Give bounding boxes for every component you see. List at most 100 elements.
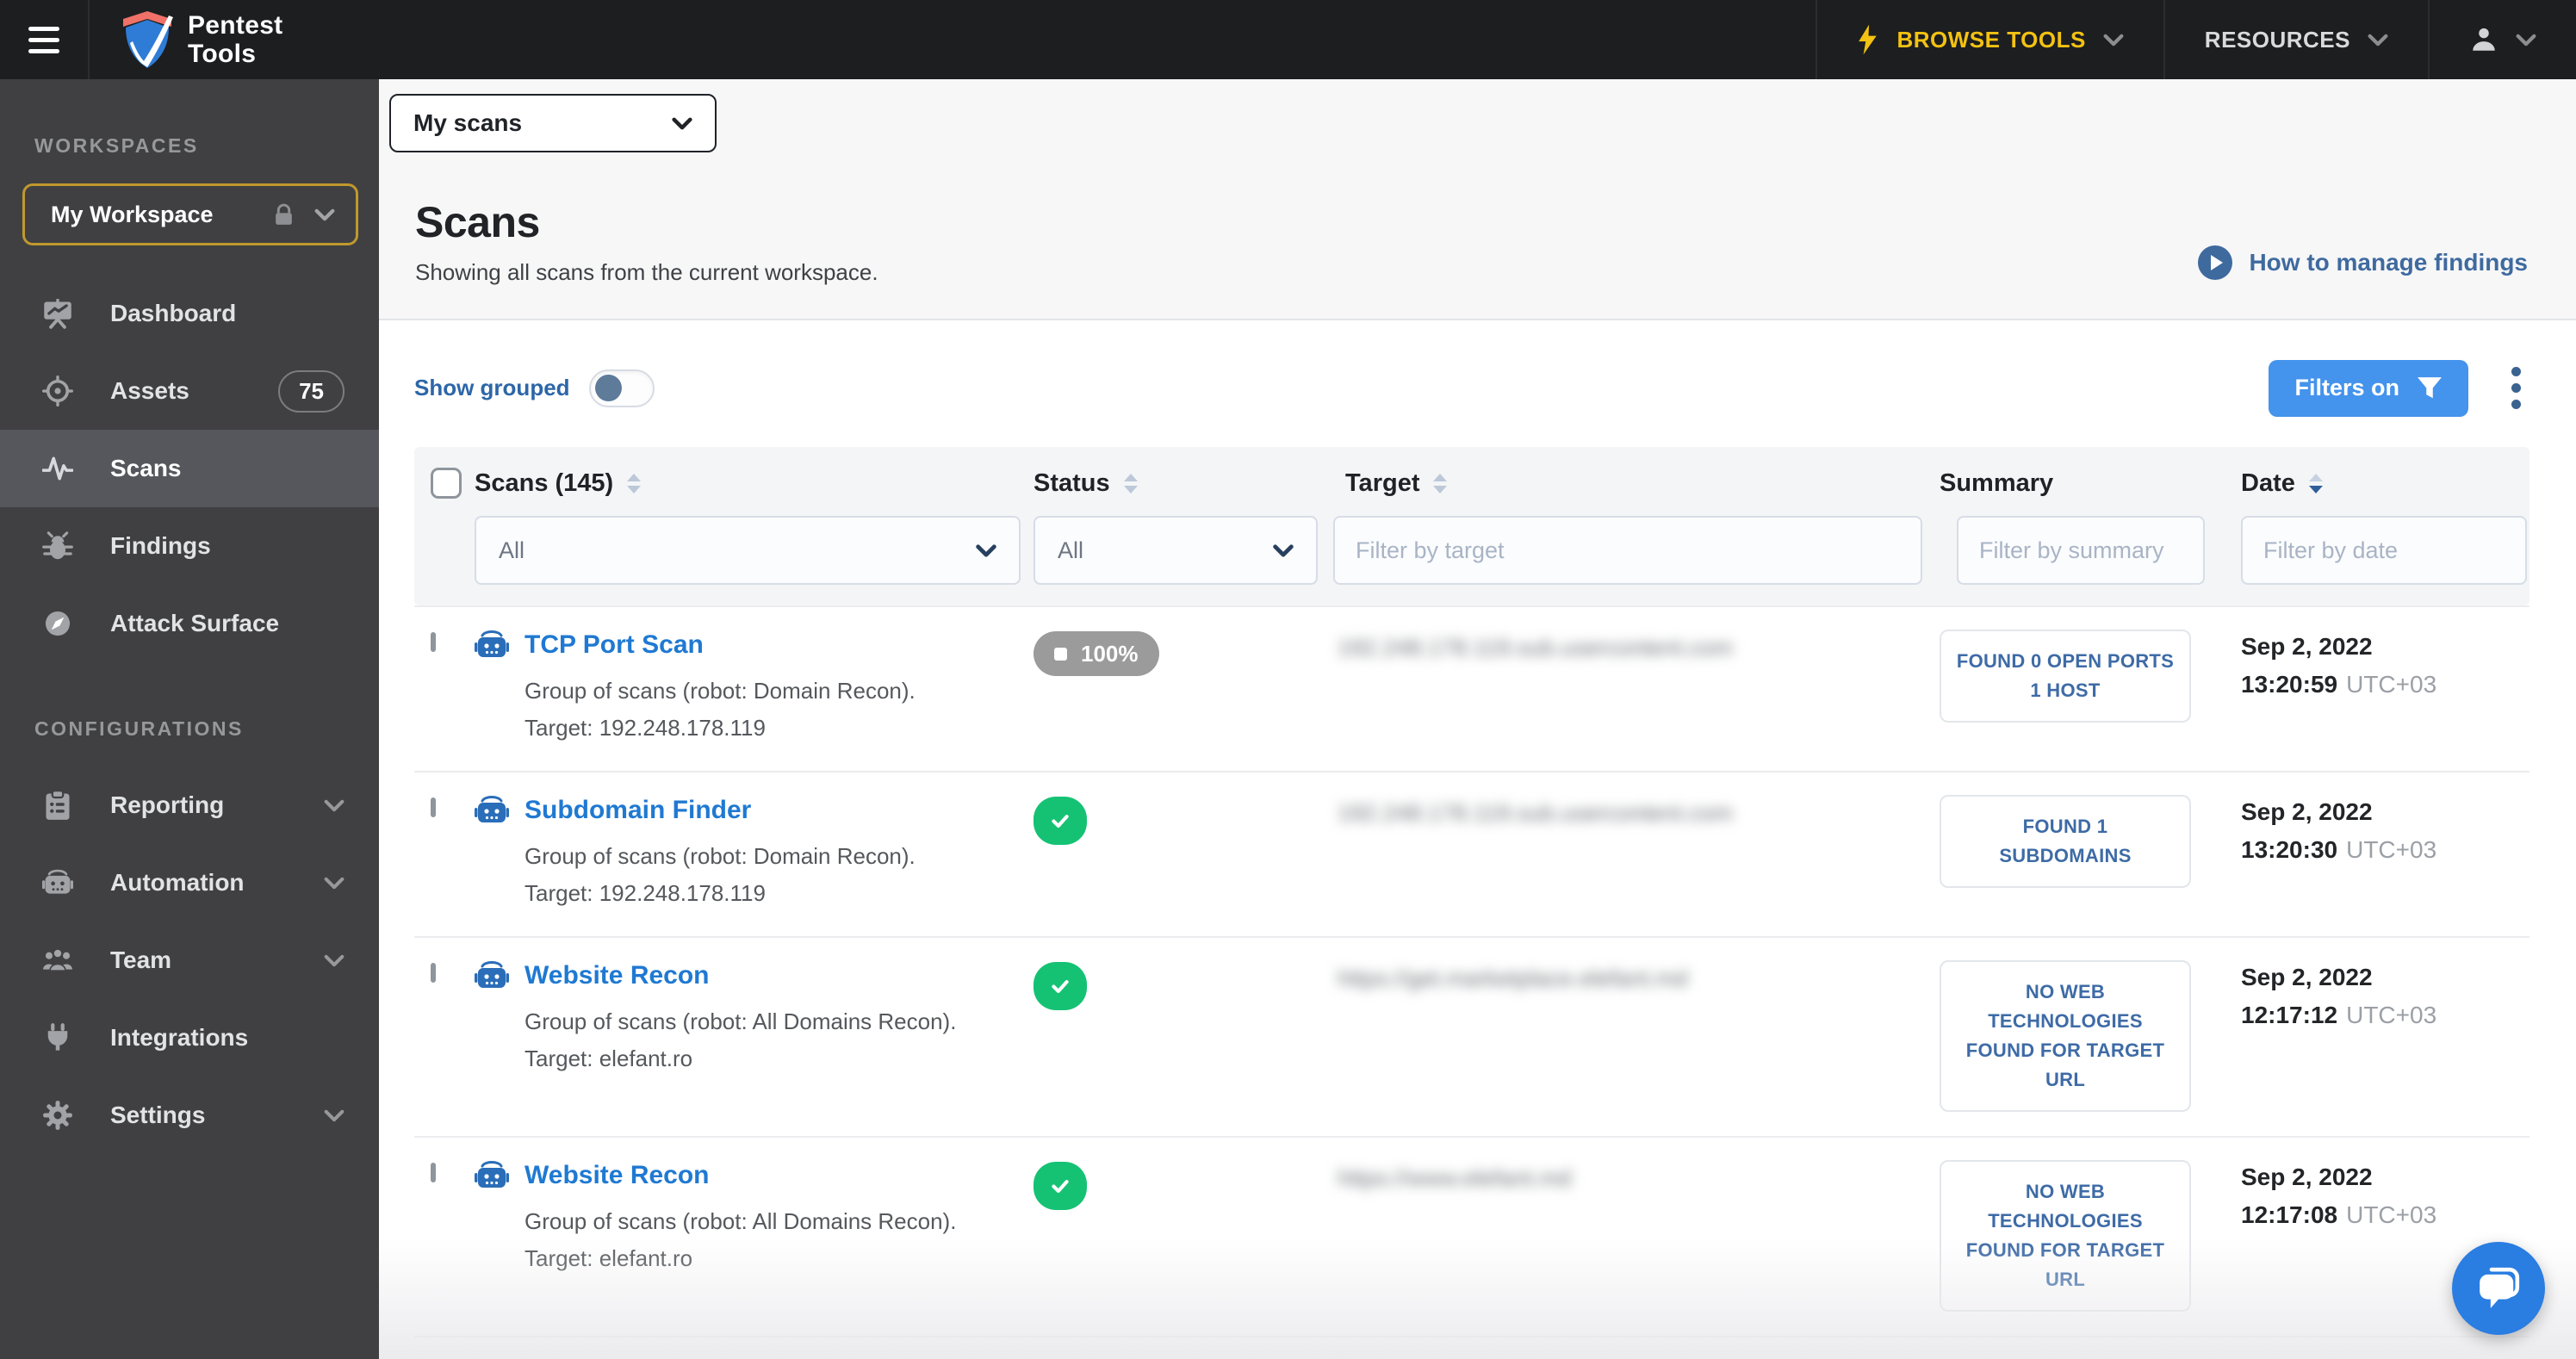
intercom-chat-button[interactable] (2452, 1242, 2545, 1335)
brand-line1: Pentest (188, 11, 283, 40)
sidebar-item-label: Settings (110, 1101, 206, 1128)
summary-badge[interactable]: FOUND 0 OPEN PORTS 1 HOST (1940, 630, 2191, 723)
sidebar-item[interactable]: Reporting (0, 766, 379, 844)
redacted-target-text: 192.248.178.119.sub.usercontent.com (1338, 635, 1733, 661)
scan-target-line: Target: 192.248.178.119 (525, 715, 766, 741)
sort-icon-active-desc[interactable] (2308, 473, 2323, 493)
chevron-down-icon (2368, 34, 2388, 47)
scan-date: Sep 2, 2022 (2241, 1164, 2373, 1190)
scan-target-line: Target: elefant.ro (525, 1245, 693, 1271)
sort-icon[interactable] (1433, 473, 1448, 493)
sidebar-item[interactable]: Settings (0, 1077, 379, 1154)
scan-timezone: UTC+03 (2346, 1201, 2437, 1228)
summary-badge[interactable]: NO WEB TECHNOLOGIES FOUND FOR TARGET URL (1940, 960, 2191, 1112)
robot-icon (42, 869, 73, 894)
sidebar-item[interactable]: Assets 75 (0, 352, 379, 430)
summary-badge[interactable]: FOUND 1 SUBDOMAINS (1940, 795, 2191, 888)
sidebar-item[interactable]: Automation (0, 844, 379, 922)
config-navigation: Reporting Automation Team Integrations S… (0, 766, 379, 1154)
resources-label: RESOURCES (2204, 26, 2350, 53)
scope-select-value: My scans (413, 109, 523, 136)
scan-time: 12:17:08 (2241, 1201, 2338, 1228)
sidebar-item[interactable]: Findings (0, 507, 379, 585)
scans-filter-select[interactable]: All (475, 516, 1021, 585)
funnel-filter-icon (2418, 376, 2442, 398)
robot-icon (475, 1160, 509, 1191)
how-to-manage-findings-link[interactable]: How to manage findings (2197, 245, 2528, 286)
show-grouped-toggle[interactable] (588, 369, 655, 407)
chevron-down-icon (976, 543, 996, 557)
main-navigation: Dashboard Assets 75 Scans Findings Attac… (0, 275, 379, 662)
scan-target-line: Target: 192.248.178.119 (525, 880, 766, 906)
resources-menu[interactable]: RESOURCES (2163, 0, 2428, 79)
brand-logo[interactable]: Pentest Tools (90, 0, 313, 79)
workspace-selector[interactable]: My Workspace (22, 183, 358, 245)
table-row: TCP Port Scan Group of scans (robot: Dom… (414, 605, 2529, 771)
scan-timezone: UTC+03 (2346, 836, 2437, 863)
select-all-checkbox[interactable] (431, 468, 462, 499)
sidebar-item[interactable]: Integrations (0, 999, 379, 1077)
app-window: Pentest Tools BROWSE TOOLS RESOURCES WOR… (0, 0, 2576, 1359)
check-icon (1052, 980, 1069, 994)
sidebar-item-label: Automation (110, 869, 245, 896)
plug-icon (47, 1023, 68, 1051)
hamburger-menu-icon[interactable] (0, 0, 90, 79)
configurations-section-label: CONFIGURATIONS (34, 717, 244, 740)
check-icon (1052, 1180, 1069, 1194)
sidebar-item-label: Assets (110, 377, 189, 404)
scan-name-link[interactable]: Website Recon (525, 961, 710, 990)
account-menu[interactable] (2428, 0, 2576, 79)
success-check-badge (1034, 797, 1087, 845)
chevron-down-icon (324, 799, 345, 812)
scan-name-link[interactable]: Subdomain Finder (525, 796, 751, 825)
sort-icon[interactable] (627, 473, 642, 493)
robot-icon (475, 795, 509, 826)
row-checkbox[interactable] (431, 963, 436, 983)
team-icon (43, 948, 72, 972)
brand-line2: Tools (188, 40, 257, 68)
chevron-down-icon (314, 208, 335, 221)
sidebar: WORKSPACES My Workspace Dashboard Assets… (0, 79, 379, 1359)
scan-date: Sep 2, 2022 (2241, 633, 2373, 660)
summary-badge[interactable]: NO WEB TECHNOLOGIES FOUND FOR TARGET URL (1940, 1160, 2191, 1312)
presentation-chart-icon (44, 299, 71, 329)
scan-name-link[interactable]: TCP Port Scan (525, 630, 704, 660)
sort-icon[interactable] (1123, 473, 1138, 493)
success-check-badge (1034, 962, 1087, 1010)
filters-on-button[interactable]: Filters on (2269, 359, 2468, 417)
stop-icon (1054, 647, 1067, 661)
sidebar-item-label: Reporting (110, 791, 225, 818)
scan-target-line: Target: elefant.ro (525, 1046, 693, 1071)
sidebar-item-label: Team (110, 946, 172, 973)
chat-bubble-icon (2480, 1267, 2520, 1308)
sidebar-item-label: Findings (110, 532, 211, 559)
lightning-icon (1857, 24, 1879, 55)
sidebar-item[interactable]: Team (0, 922, 379, 999)
sidebar-item[interactable]: Scans (0, 430, 379, 507)
sidebar-item[interactable]: Dashboard (0, 275, 379, 352)
chevron-down-icon (324, 954, 345, 967)
progress-badge: 100% (1034, 631, 1159, 676)
chevron-down-icon (324, 1109, 345, 1122)
scans-scope-select[interactable]: My scans (389, 94, 717, 152)
gear-icon (43, 1101, 72, 1130)
browse-tools-label: BROWSE TOOLS (1896, 26, 2086, 53)
column-header-target: Target (1333, 464, 1940, 502)
row-checkbox[interactable] (431, 1163, 436, 1182)
target-filter-input[interactable] (1333, 516, 1922, 585)
row-checkbox[interactable] (431, 632, 436, 652)
robot-icon (475, 630, 509, 661)
scans-table: Scans (145) Status Target Summary Date A… (414, 447, 2529, 1359)
browse-tools-menu[interactable]: BROWSE TOOLS (1816, 0, 2163, 79)
column-header-scans: Scans (145) (475, 464, 1034, 502)
row-checkbox[interactable] (431, 797, 436, 817)
summary-filter-input[interactable] (1957, 516, 2205, 585)
chevron-down-icon (1273, 543, 1294, 557)
kebab-menu-icon[interactable] (2503, 355, 2529, 421)
scan-timezone: UTC+03 (2346, 671, 2437, 698)
scan-name-link[interactable]: Website Recon (525, 1161, 710, 1190)
target-icon (42, 375, 73, 406)
sidebar-item[interactable]: Attack Surface (0, 585, 379, 662)
status-filter-select[interactable]: All (1034, 516, 1318, 585)
date-filter-input[interactable] (2241, 516, 2527, 585)
